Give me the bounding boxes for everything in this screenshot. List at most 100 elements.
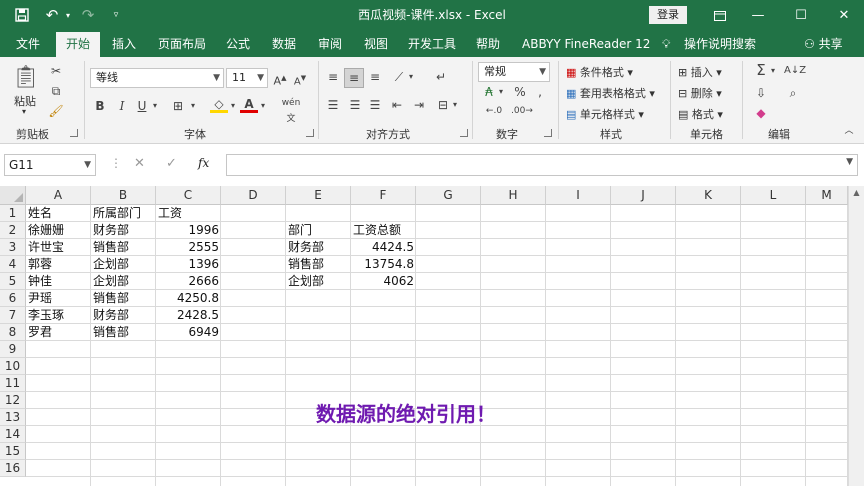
customize-toolbar-icon[interactable]: ▿ xyxy=(108,0,124,31)
enter-icon[interactable]: ✓ xyxy=(166,156,177,171)
row-header-8[interactable]: 8 xyxy=(0,324,26,341)
borders-dropdown-icon[interactable]: ▾ xyxy=(188,98,198,114)
comma-style-icon[interactable]: , xyxy=(532,84,548,100)
row-header-6[interactable]: 6 xyxy=(0,290,26,307)
orientation-dropdown-icon[interactable]: ▾ xyxy=(406,69,416,85)
insert-function-icon[interactable]: fx xyxy=(198,156,209,170)
data-cell[interactable]: 2555 xyxy=(156,239,221,256)
merge-dropdown-icon[interactable]: ▾ xyxy=(450,97,460,113)
tab-review[interactable]: 审阅 xyxy=(318,31,342,57)
tab-home[interactable]: 开始 xyxy=(56,32,100,57)
font-color-icon[interactable]: A xyxy=(240,96,258,113)
row-header-15[interactable]: 15 xyxy=(0,443,26,460)
login-button[interactable]: 登录 xyxy=(649,6,687,24)
sort-filter-icon[interactable]: A↓Z xyxy=(784,63,806,79)
row-header-11[interactable]: 11 xyxy=(0,375,26,392)
data-cell[interactable]: 4424.5 xyxy=(351,239,416,256)
row-header-7[interactable]: 7 xyxy=(0,307,26,324)
clipboard-launcher-icon[interactable] xyxy=(70,129,78,137)
worksheet-grid[interactable]: A B C D E F G H I J K L M 1 2 3 4 5 6 7 8 9 10 11 12 13 14 15 16 姓名 所属… xyxy=(0,186,864,486)
align-bottom-icon[interactable]: ≡ xyxy=(366,69,384,85)
data-cell[interactable]: 企划部 xyxy=(286,273,351,290)
decrease-decimal-icon[interactable]: .00→ xyxy=(510,103,534,119)
data-cell[interactable]: 销售部 xyxy=(286,256,351,273)
data-cell[interactable]: 2428.5 xyxy=(156,307,221,324)
tab-developer[interactable]: 开发工具 xyxy=(408,31,456,57)
row-header-3[interactable]: 3 xyxy=(0,239,26,256)
column-header-m[interactable]: M xyxy=(806,186,848,205)
row-header-16[interactable]: 16 xyxy=(0,460,26,477)
data-cell[interactable]: 6949 xyxy=(156,324,221,341)
align-right-icon[interactable]: ☰ xyxy=(366,97,384,113)
header-cell[interactable]: 部门 xyxy=(286,222,351,239)
cut-icon[interactable]: ✂ xyxy=(48,63,64,79)
tell-me-search[interactable]: 操作说明搜索 xyxy=(684,31,756,57)
row-header-4[interactable]: 4 xyxy=(0,256,26,273)
cancel-icon[interactable]: ✕ xyxy=(134,156,145,171)
column-header-k[interactable]: K xyxy=(676,186,741,205)
autosum-dropdown-icon[interactable]: ▾ xyxy=(768,63,778,79)
save-icon[interactable] xyxy=(10,0,34,31)
column-header-e[interactable]: E xyxy=(286,186,351,205)
font-name-dropdown[interactable]: 等线 ▼ xyxy=(90,68,224,88)
paste-icon[interactable]: 📋︎ xyxy=(12,65,40,91)
tab-data[interactable]: 数据 xyxy=(272,31,296,57)
row-header-9[interactable]: 9 xyxy=(0,341,26,358)
column-header-c[interactable]: C xyxy=(156,186,221,205)
data-cell[interactable]: 徐姗姗 xyxy=(26,222,91,239)
format-as-table-button[interactable]: ▦ 套用表格格式 ▾ xyxy=(566,85,655,101)
number-format-dropdown[interactable]: 常规 ▼ xyxy=(478,62,550,82)
data-cell[interactable]: 1996 xyxy=(156,222,221,239)
header-cell[interactable]: 所属部门 xyxy=(91,205,156,222)
select-all-button[interactable] xyxy=(0,186,26,205)
vertical-scrollbar[interactable]: ▲ xyxy=(848,186,864,486)
formula-input[interactable]: ▼ xyxy=(226,154,858,176)
column-header-j[interactable]: J xyxy=(611,186,676,205)
delete-cells-button[interactable]: ⊟ 删除 ▾ xyxy=(678,85,722,101)
row-header-12[interactable]: 12 xyxy=(0,392,26,409)
scroll-up-icon[interactable]: ▲ xyxy=(849,186,864,200)
column-header-a[interactable]: A xyxy=(26,186,91,205)
row-header-5[interactable]: 5 xyxy=(0,273,26,290)
grow-font-icon[interactable]: A▲ xyxy=(272,70,288,90)
bold-icon[interactable]: B xyxy=(92,98,108,114)
data-cell[interactable]: 企划部 xyxy=(91,256,156,273)
fill-icon[interactable]: ⇩ xyxy=(752,85,770,101)
percent-icon[interactable]: % xyxy=(512,84,528,100)
row-header-10[interactable]: 10 xyxy=(0,358,26,375)
decrease-indent-icon[interactable]: ⇤ xyxy=(388,97,406,113)
redo-icon[interactable]: ↷ xyxy=(78,0,98,31)
font-launcher-icon[interactable] xyxy=(306,129,314,137)
align-middle-icon[interactable]: ≡ xyxy=(344,68,364,88)
row-header-1[interactable]: 1 xyxy=(0,205,26,222)
font-size-dropdown[interactable]: 11 ▼ xyxy=(226,68,268,88)
data-cell[interactable]: 企划部 xyxy=(91,273,156,290)
row-header-14[interactable]: 14 xyxy=(0,426,26,443)
maximize-icon[interactable]: ☐ xyxy=(783,0,819,31)
header-cell[interactable]: 姓名 xyxy=(26,205,91,222)
data-cell[interactable]: 4062 xyxy=(351,273,416,290)
conditional-format-button[interactable]: ▦ 条件格式 ▾ xyxy=(566,64,633,80)
data-cell[interactable]: 钟佳 xyxy=(26,273,91,290)
fill-color-dropdown-icon[interactable]: ▾ xyxy=(228,98,238,114)
row-header-2[interactable]: 2 xyxy=(0,222,26,239)
tab-formulas[interactable]: 公式 xyxy=(226,31,250,57)
data-cell[interactable]: 销售部 xyxy=(91,290,156,307)
paste-dropdown-icon[interactable]: ▾ xyxy=(22,107,26,116)
name-box[interactable]: G11 ▼ xyxy=(4,154,96,176)
align-left-icon[interactable]: ☰ xyxy=(324,97,342,113)
column-header-g[interactable]: G xyxy=(416,186,481,205)
header-cell[interactable]: 工资总额 xyxy=(351,222,416,239)
column-header-d[interactable]: D xyxy=(221,186,286,205)
tab-file[interactable]: 文件 xyxy=(16,31,40,57)
tab-abbyy[interactable]: ABBYY FineReader 12 xyxy=(522,31,650,57)
data-cell[interactable]: 13754.8 xyxy=(351,256,416,273)
data-cell[interactable]: 财务部 xyxy=(91,307,156,324)
copy-icon[interactable]: ⧉ xyxy=(48,83,64,99)
tab-view[interactable]: 视图 xyxy=(364,31,388,57)
data-cell[interactable]: 销售部 xyxy=(91,239,156,256)
insert-cells-button[interactable]: ⊞ 插入 ▾ xyxy=(678,64,722,80)
data-cell[interactable]: 李玉琢 xyxy=(26,307,91,324)
borders-icon[interactable]: ⊞ xyxy=(170,98,186,114)
alignment-launcher-icon[interactable] xyxy=(460,129,468,137)
